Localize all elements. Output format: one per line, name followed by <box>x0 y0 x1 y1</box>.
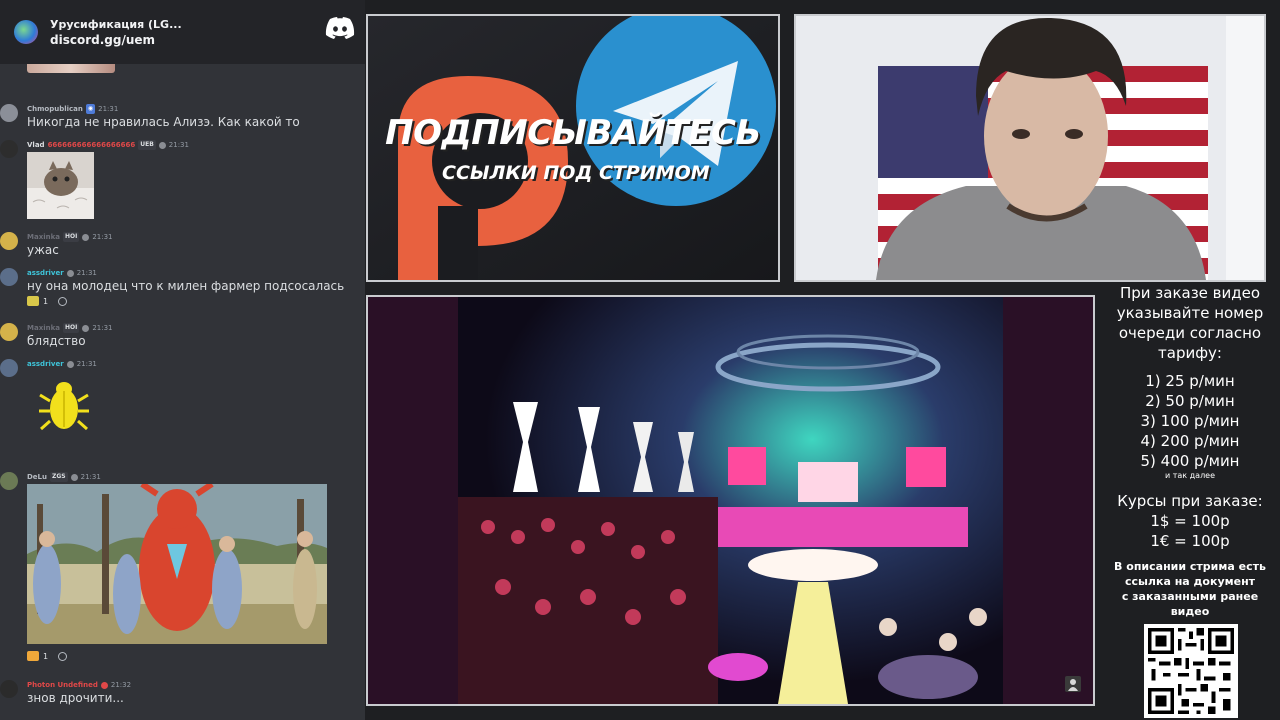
tier-line: 5) 400 р/мин <box>1140 452 1240 470</box>
video-player[interactable] <box>366 295 1095 706</box>
rate-line: 1$ = 100р <box>1150 512 1230 530</box>
info-line: очереди согласно <box>1118 324 1262 342</box>
role-icon <box>66 360 74 368</box>
message-text: блядство <box>27 334 86 348</box>
discord-chat-panel: Урусификация (LG... discord.gg/uem Chmop… <box>0 0 365 720</box>
message-text: знов дрочити... <box>27 691 124 705</box>
role-icon <box>66 269 74 277</box>
username[interactable]: Photon Undefined <box>27 680 98 690</box>
role-icon <box>82 233 90 241</box>
promo-subtitle: ССЫЛКИ ПОД СТРИМОМ <box>442 162 710 184</box>
badge-icon: ◉ <box>85 104 96 114</box>
tier-more: и так далее <box>1164 471 1216 480</box>
info-line: При заказе видео <box>1119 284 1261 302</box>
note-line: с заказанными ранее <box>1121 590 1259 603</box>
server-tag: HOI <box>62 232 80 242</box>
username-suffix: 666666666666666666 <box>47 141 136 149</box>
message-list[interactable]: Chmopublican ◉ 21:31 Никогда не нравилас… <box>0 64 365 720</box>
avatar-icon[interactable] <box>1065 676 1081 692</box>
role-icon <box>100 681 108 689</box>
video-frame-image <box>368 297 1093 704</box>
timestamp: 21:32 <box>110 681 132 689</box>
webcam-feed <box>794 14 1266 282</box>
subscribe-banner: ПОДПИСЫВАЙТЕСЬ ССЫЛКИ ПОД СТРИМОМ <box>366 14 780 282</box>
role-icon <box>70 473 78 481</box>
rate-line: 1€ = 100р <box>1150 532 1230 550</box>
server-name: Урусификация (LG... <box>50 17 182 31</box>
message-text: ужас <box>27 243 59 257</box>
discord-logo-icon <box>325 17 355 39</box>
avatar[interactable] <box>0 104 18 122</box>
emoji-icon <box>27 651 39 661</box>
webcam-image <box>796 16 1264 280</box>
reaction[interactable]: 1 <box>27 296 68 306</box>
order-info-panel: При заказе видео указывайте номер очеред… <box>1100 282 1280 720</box>
timestamp: 21:31 <box>80 473 101 481</box>
avatar[interactable] <box>0 359 18 377</box>
timestamp: 21:31 <box>92 233 113 241</box>
server-tag: ZGS <box>50 472 68 482</box>
username[interactable]: assdriver <box>27 268 64 278</box>
timestamp: 21:31 <box>168 141 189 149</box>
attachment-image[interactable] <box>27 64 115 73</box>
message-text: ну она молодец что к милен фармер подсос… <box>27 279 345 293</box>
tier-line: 3) 100 р/мин <box>1140 412 1240 430</box>
note-line: видео <box>1170 605 1210 618</box>
info-line: тарифу: <box>1158 344 1222 362</box>
tier-line: 2) 50 р/мин <box>1145 392 1235 410</box>
avatar[interactable] <box>0 232 18 250</box>
server-invite-link[interactable]: discord.gg/uem <box>50 32 182 48</box>
note-line: ссылка на документ <box>1124 575 1256 588</box>
avatar[interactable] <box>0 323 18 341</box>
username[interactable]: DeLu <box>27 472 47 482</box>
promo-title: ПОДПИСЫВАЙТЕСЬ <box>385 113 761 153</box>
avatar[interactable] <box>0 268 18 286</box>
server-tag: UEB <box>138 140 156 150</box>
add-reaction-icon[interactable] <box>58 651 68 661</box>
avatar[interactable] <box>0 140 18 158</box>
username[interactable]: assdriver <box>27 359 64 369</box>
rates-title: Курсы при заказе: <box>1117 492 1263 510</box>
bug-sticker-image[interactable] <box>38 377 90 437</box>
server-tag: HOI <box>62 323 80 333</box>
role-icon <box>158 141 166 149</box>
reaction-count: 1 <box>43 296 49 306</box>
note-line: В описании стрима есть <box>1114 560 1266 573</box>
timestamp: 21:31 <box>92 324 113 332</box>
username[interactable]: Maxinka <box>27 323 60 333</box>
avatar[interactable] <box>0 472 18 490</box>
qr-code-image[interactable] <box>1144 624 1238 718</box>
server-icon <box>14 20 38 44</box>
reaction-count: 1 <box>43 651 49 661</box>
timestamp: 21:31 <box>76 360 97 368</box>
emoji-icon <box>27 296 39 306</box>
timestamp: 21:31 <box>98 105 119 113</box>
reaction[interactable]: 1 <box>27 651 68 661</box>
add-reaction-icon[interactable] <box>58 296 68 306</box>
message-text: Никогда не нравилась Ализэ. Как какой то <box>27 115 300 129</box>
role-icon <box>82 324 90 332</box>
cat-sticker-image[interactable] <box>27 152 94 219</box>
server-header[interactable]: Урусификация (LG... discord.gg/uem <box>0 0 365 64</box>
avatar[interactable] <box>0 680 18 698</box>
username[interactable]: Maxinka <box>27 232 60 242</box>
username[interactable]: Chmopublican <box>27 104 83 114</box>
timestamp: 21:31 <box>76 269 97 277</box>
info-line: указывайте номер <box>1116 304 1264 322</box>
tier-line: 4) 200 р/мин <box>1140 432 1240 450</box>
cartoon-gif-image[interactable] <box>27 484 327 644</box>
tier-line: 1) 25 р/мин <box>1145 372 1235 390</box>
username[interactable]: Vlad <box>27 140 45 150</box>
